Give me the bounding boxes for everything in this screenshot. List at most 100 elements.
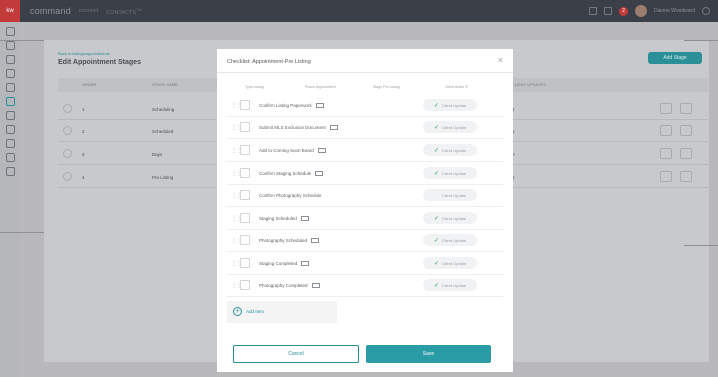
checkmark-icon: ✓ xyxy=(433,237,439,244)
checklist-row[interactable]: ⋮⋮ Photography Completed ✓ Client Update xyxy=(227,275,503,297)
location-icon[interactable] xyxy=(5,83,15,92)
row-checkbox[interactable] xyxy=(240,190,250,200)
nav-contacts-label: CONTACTS xyxy=(106,9,137,16)
trash-icon[interactable] xyxy=(680,125,692,136)
handshake-icon[interactable] xyxy=(5,97,15,106)
row-checkbox[interactable] xyxy=(240,145,250,155)
brand-name[interactable]: command xyxy=(30,6,71,16)
page-title: Edit Appointment Stages xyxy=(58,59,141,66)
row-select-circle[interactable] xyxy=(63,149,72,158)
edit-icon[interactable] xyxy=(660,103,672,114)
client-update-toggle[interactable]: ✓ Client Update xyxy=(423,212,477,224)
notification-badge[interactable]: 2 xyxy=(618,6,628,16)
row-stage-name: Days xyxy=(152,152,163,157)
checkmark-icon: ✓ xyxy=(433,124,439,131)
order-column-header: ORDER xyxy=(82,82,97,87)
bell-icon[interactable] xyxy=(603,7,612,15)
edit-icon[interactable] xyxy=(660,148,672,159)
document-icon[interactable] xyxy=(5,69,15,78)
client-update-toggle[interactable]: ✓ Client Update xyxy=(423,257,477,269)
chart-icon[interactable] xyxy=(5,125,15,134)
save-button[interactable]: Save xyxy=(366,345,491,363)
checkmark-icon: ✓ xyxy=(433,192,439,199)
checklist-row[interactable]: ⋮⋮ Add to Coming Soon Board ✓ Client Upda… xyxy=(227,140,503,162)
row-checkbox[interactable] xyxy=(240,235,250,245)
home-icon[interactable] xyxy=(5,27,15,36)
row-stage-name: Pre Listing xyxy=(152,175,174,180)
add-item-button[interactable]: + Add Item xyxy=(227,301,337,323)
divider xyxy=(217,72,513,73)
checkmark-icon: ✓ xyxy=(433,260,439,267)
checklist-row[interactable]: ⋮⋮ Confirm Photography Schedule ✓ Client … xyxy=(227,185,503,207)
edit-icon[interactable] xyxy=(660,125,672,136)
client-update-toggle[interactable]: ✓ Client Update xyxy=(423,234,477,246)
mail-icon[interactable] xyxy=(311,238,320,243)
help-icon[interactable] xyxy=(702,7,710,15)
checklist-item-label: Confirm Listing Paperwork xyxy=(259,103,324,108)
add-item-label: Add Item xyxy=(246,309,265,314)
row-checkbox[interactable] xyxy=(240,258,250,268)
divider xyxy=(684,245,718,246)
trash-icon[interactable] xyxy=(680,171,692,182)
grid-icon[interactable] xyxy=(588,7,597,15)
divider xyxy=(684,40,718,41)
row-checkbox[interactable] xyxy=(240,168,250,178)
megaphone-icon[interactable] xyxy=(5,111,15,120)
column-header-stage: Stage Pre Listing xyxy=(373,85,400,89)
nav-connect[interactable]: connect xyxy=(79,8,98,14)
close-icon[interactable]: × xyxy=(498,56,503,65)
checkmark-icon: ✓ xyxy=(433,170,439,177)
calendar-icon[interactable] xyxy=(5,153,15,162)
row-checkbox[interactable] xyxy=(240,100,250,110)
contacts-icon[interactable] xyxy=(5,41,15,50)
cancel-button[interactable]: Cancel xyxy=(233,345,359,363)
checklist-row[interactable]: ⋮⋮ Submit MLS Exclusion Document ✓ Client… xyxy=(227,117,503,139)
row-select-circle[interactable] xyxy=(63,126,72,135)
client-update-label: Client Update xyxy=(441,260,467,266)
client-update-toggle[interactable]: ✓ Client Update xyxy=(423,167,477,179)
checklist-row[interactable]: ⋮⋮ Staging Scheduled ✓ Client Update xyxy=(227,208,503,230)
avatar[interactable] xyxy=(634,5,647,17)
client-update-toggle[interactable]: ✓ Client Update xyxy=(423,121,477,133)
mail-icon[interactable] xyxy=(315,171,324,176)
checklist-row[interactable]: ⋮⋮ Photography Scheduled ✓ Client Update xyxy=(227,230,503,252)
mail-icon[interactable] xyxy=(311,283,320,288)
row-checkbox[interactable] xyxy=(240,122,250,132)
mail-icon[interactable] xyxy=(315,103,324,108)
save-label: Save xyxy=(422,351,435,357)
checklist-row[interactable]: ⋮⋮ Staging Completed ✓ Client Update xyxy=(227,253,503,275)
folder-icon[interactable] xyxy=(5,167,15,176)
kw-logo[interactable]: kw xyxy=(0,0,20,22)
plus-icon: + xyxy=(233,307,242,316)
user-name[interactable]: Dianne Woodward xyxy=(654,8,695,14)
edit-icon[interactable] xyxy=(5,139,15,148)
divider xyxy=(0,232,44,233)
client-update-toggle[interactable]: ✓ Client Update xyxy=(423,99,477,111)
row-checkbox[interactable] xyxy=(240,280,250,290)
row-checkbox[interactable] xyxy=(240,213,250,223)
checklist-row[interactable]: ⋮⋮ Confirm Listing Paperwork ✓ Client Upd… xyxy=(227,95,503,117)
top-nav-bar: kw command connect CONTACTSTM 2 Dianne W… xyxy=(0,0,718,22)
trash-icon[interactable] xyxy=(680,103,692,114)
add-stage-button[interactable]: Add Stage xyxy=(648,52,702,64)
client-update-label: Client Update xyxy=(441,102,467,108)
mail-icon[interactable] xyxy=(300,216,309,221)
list-icon[interactable] xyxy=(5,55,15,64)
breadcrumb[interactable]: Back to listings/appointments xyxy=(58,51,110,56)
client-update-toggle[interactable]: ✓ Client Update xyxy=(423,279,477,291)
nav-contacts[interactable]: CONTACTSTM xyxy=(106,7,142,16)
client-update-toggle[interactable]: ✓ Client Update xyxy=(423,189,477,201)
checklist-item-label: Submit MLS Exclusion Document xyxy=(259,125,338,130)
mail-icon[interactable] xyxy=(317,148,326,153)
checkmark-icon: ✓ xyxy=(433,282,439,289)
mail-icon[interactable] xyxy=(301,261,310,266)
client-update-label: Client Update xyxy=(441,215,467,221)
client-update-toggle[interactable]: ✓ Client Update xyxy=(423,144,477,156)
mail-icon[interactable] xyxy=(329,125,338,130)
checklist-item-label: Confirm Staging Schedule xyxy=(259,171,324,176)
row-select-circle[interactable] xyxy=(63,172,72,181)
checklist-row[interactable]: ⋮⋮ Confirm Staging Schedule ✓ Client Upda… xyxy=(227,163,503,185)
edit-icon[interactable] xyxy=(660,171,672,182)
row-select-circle[interactable] xyxy=(63,104,72,113)
trash-icon[interactable] xyxy=(680,148,692,159)
